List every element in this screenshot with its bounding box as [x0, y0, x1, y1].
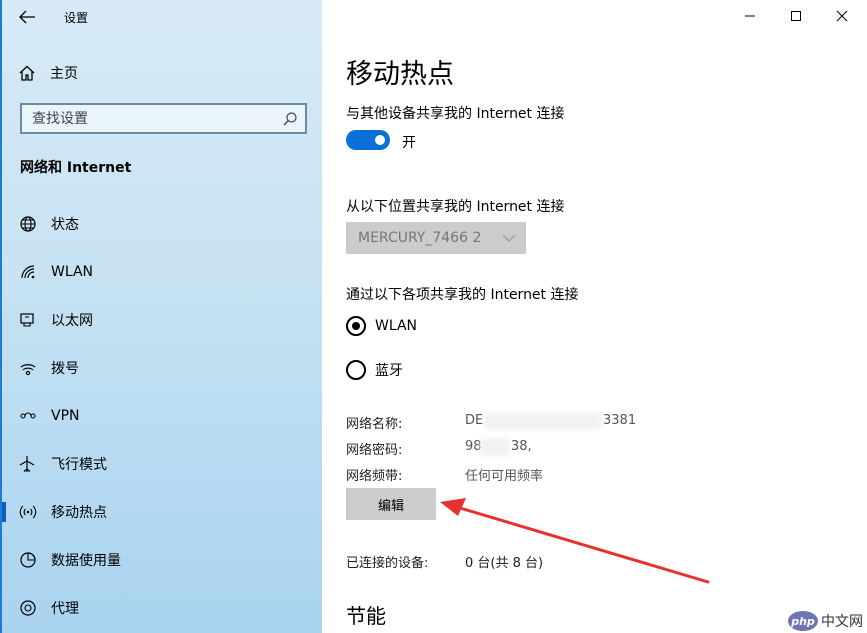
network-name-label: 网络名称: [346, 417, 403, 432]
hotspot-icon [19, 503, 37, 521]
redaction-mask [484, 412, 602, 430]
main-content: 移动热点 与其他设备共享我的 Internet 连接 开 从以下位置共享我的 I… [322, 0, 867, 633]
watermark: php 中文网 [788, 611, 863, 631]
dialup-icon [19, 359, 37, 377]
watermark-text: 中文网 [821, 614, 863, 630]
radio-circle [346, 360, 366, 380]
radio-label: WLAN [375, 318, 418, 334]
search-icon[interactable] [281, 110, 299, 128]
proxy-icon [19, 599, 37, 617]
vpn-icon [19, 407, 37, 425]
sidebar-item-label: 拨号 [51, 361, 79, 377]
share-from-dropdown[interactable]: MERCURY_7466 2 [346, 222, 526, 254]
sidebar-item-vpn[interactable]: VPN [2, 396, 322, 436]
nav-home[interactable]: 主页 [18, 62, 78, 84]
sidebar-item-label: 以太网 [51, 313, 93, 329]
search-box[interactable] [20, 103, 307, 134]
sidebar-item-label: 代理 [51, 601, 79, 617]
radio-bluetooth[interactable]: 蓝牙 [346, 360, 403, 380]
ethernet-icon [19, 311, 37, 329]
edit-button[interactable]: 编辑 [346, 488, 436, 520]
sidebar-item-label: WLAN [51, 264, 94, 280]
back-arrow-icon [19, 10, 35, 24]
hotspot-toggle[interactable] [346, 130, 390, 150]
share-label: 与其他设备共享我的 Internet 连接 [346, 106, 565, 122]
connected-devices-label: 已连接的设备: [346, 556, 429, 571]
minimize-button[interactable] [727, 0, 773, 32]
dropdown-value: MERCURY_7466 2 [358, 230, 482, 246]
minimize-icon [745, 15, 755, 17]
network-band-label: 网络频带: [346, 469, 403, 484]
data-usage-icon [19, 551, 37, 569]
page-title: 移动热点 [346, 59, 454, 90]
toggle-knob [375, 135, 385, 145]
radio-wlan[interactable]: WLAN [346, 316, 417, 336]
sidebar-item-mobile-hotspot[interactable]: 移动热点 [2, 492, 322, 532]
redaction-mask [480, 438, 510, 456]
sidebar-item-label: 数据使用量 [51, 553, 121, 569]
wifi-icon [19, 263, 37, 281]
close-icon [836, 10, 848, 22]
maximize-button[interactable] [773, 0, 819, 32]
section-title: 网络和 Internet [20, 160, 132, 176]
close-button[interactable] [819, 0, 865, 32]
sidebar-item-label: VPN [51, 408, 80, 424]
power-saving-heading: 节能 [346, 604, 386, 628]
sidebar-item-wlan[interactable]: WLAN [2, 252, 322, 292]
network-password-label: 网络密码: [346, 443, 403, 458]
search-input[interactable] [32, 110, 281, 127]
maximize-icon [791, 11, 801, 21]
sidebar-item-label: 飞行模式 [51, 457, 107, 473]
sidebar-item-airplane-mode[interactable]: 飞行模式 [2, 444, 322, 484]
connected-devices-value: 0 台(共 8 台) [465, 556, 544, 571]
sidebar-item-label: 移动热点 [51, 505, 107, 521]
nav-home-label: 主页 [50, 66, 78, 82]
toggle-state-label: 开 [402, 135, 416, 151]
active-indicator [2, 502, 6, 522]
home-icon [19, 65, 35, 81]
airplane-icon [19, 455, 37, 473]
sidebar: 设置 主页 网络和 Internet 状态 [0, 0, 322, 633]
network-name-suffix: 3381 [603, 413, 637, 428]
share-from-label: 从以下位置共享我的 Internet 连接 [346, 199, 565, 215]
sidebar-item-dialup[interactable]: 拨号 [2, 348, 322, 388]
sidebar-item-label: 状态 [51, 217, 79, 233]
network-band-value: 任何可用频率 [465, 469, 544, 484]
sidebar-item-data-usage[interactable]: 数据使用量 [2, 540, 322, 580]
globe-icon [19, 215, 37, 233]
radio-dot [352, 322, 360, 330]
app-title: 设置 [64, 11, 89, 25]
title-bar-left: 设置 [2, 0, 322, 34]
back-button[interactable] [16, 7, 38, 27]
radio-circle [346, 316, 366, 336]
network-name-prefix: DE [465, 413, 484, 428]
share-over-label: 通过以下各项共享我的 Internet 连接 [346, 287, 579, 303]
chevron-down-icon [502, 234, 516, 242]
watermark-logo: php [788, 611, 818, 631]
sidebar-item-ethernet[interactable]: 以太网 [2, 300, 322, 340]
network-password-suffix: 38, [511, 439, 532, 454]
radio-label: 蓝牙 [375, 363, 403, 379]
sidebar-item-status[interactable]: 状态 [2, 204, 322, 244]
sidebar-item-proxy[interactable]: 代理 [2, 588, 322, 628]
